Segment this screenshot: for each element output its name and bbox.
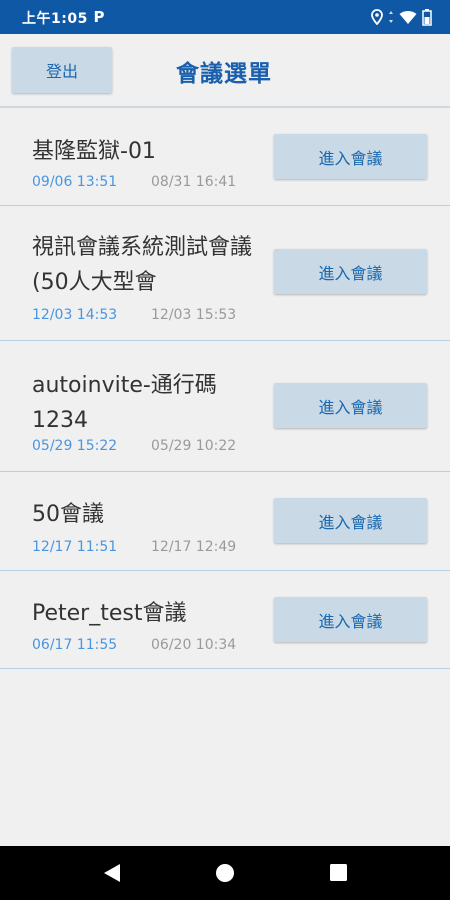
enter-meeting-button[interactable]: 進入會議 — [274, 597, 427, 642]
data-arrows-icon — [389, 11, 393, 23]
meeting-item[interactable]: 視訊會議系統測試會議(50人大型會 12/03 14:53 12/03 15:5… — [0, 206, 450, 341]
meeting-list: 基隆監獄-01 09/06 13:51 08/31 16:41 進入會議 視訊會… — [0, 108, 450, 669]
meeting-end-time: 12/03 15:53 — [151, 307, 237, 323]
meeting-end-time: 12/17 12:49 — [151, 539, 237, 555]
meeting-start-time: 12/03 14:53 — [32, 307, 118, 323]
enter-meeting-button[interactable]: 進入會議 — [274, 383, 427, 428]
meeting-start-time: 06/17 11:55 — [32, 637, 118, 653]
enter-meeting-button[interactable]: 進入會議 — [274, 134, 427, 179]
meeting-start-time: 09/06 13:51 — [32, 174, 118, 190]
meeting-item[interactable]: 50會議 12/17 11:51 12/17 12:49 進入會議 — [0, 472, 450, 571]
wifi-icon — [399, 10, 417, 24]
meeting-title: Peter_test會議 — [32, 601, 187, 626]
parking-p-icon: P — [93, 8, 105, 26]
status-time: 上午1:05 — [22, 11, 88, 27]
meeting-item[interactable]: 基隆監獄-01 09/06 13:51 08/31 16:41 進入會議 — [0, 108, 450, 206]
enter-meeting-button[interactable]: 進入會議 — [274, 498, 427, 543]
meeting-title: autoinvite-通行碼1234 — [32, 373, 217, 433]
meeting-start-time: 12/17 11:51 — [32, 539, 118, 555]
navigation-bar — [0, 846, 450, 900]
enter-meeting-button[interactable]: 進入會議 — [274, 249, 427, 294]
status-bar: 上午1:05 P — [0, 0, 450, 34]
header: 登出 會議選單 — [0, 34, 450, 108]
recents-icon[interactable] — [329, 863, 348, 882]
logout-button[interactable]: 登出 — [12, 47, 112, 93]
meeting-end-time: 05/29 10:22 — [151, 438, 237, 454]
battery-icon — [422, 8, 432, 26]
meeting-start-time: 05/29 15:22 — [32, 438, 118, 454]
home-icon[interactable] — [215, 863, 235, 883]
location-icon — [371, 9, 383, 25]
meeting-title: 50會議 — [32, 502, 104, 527]
status-icons — [371, 8, 432, 26]
meeting-item[interactable]: Peter_test會議 06/17 11:55 06/20 10:34 進入會… — [0, 571, 450, 669]
meeting-end-time: 08/31 16:41 — [151, 174, 237, 190]
back-icon[interactable] — [102, 863, 122, 883]
meeting-title: 視訊會議系統測試會議(50人大型會 — [32, 235, 253, 295]
meeting-title: 基隆監獄-01 — [32, 139, 156, 164]
meeting-item[interactable]: autoinvite-通行碼1234 05/29 15:22 05/29 10:… — [0, 341, 450, 472]
page-title: 會議選單 — [176, 61, 272, 87]
meeting-end-time: 06/20 10:34 — [151, 637, 237, 653]
